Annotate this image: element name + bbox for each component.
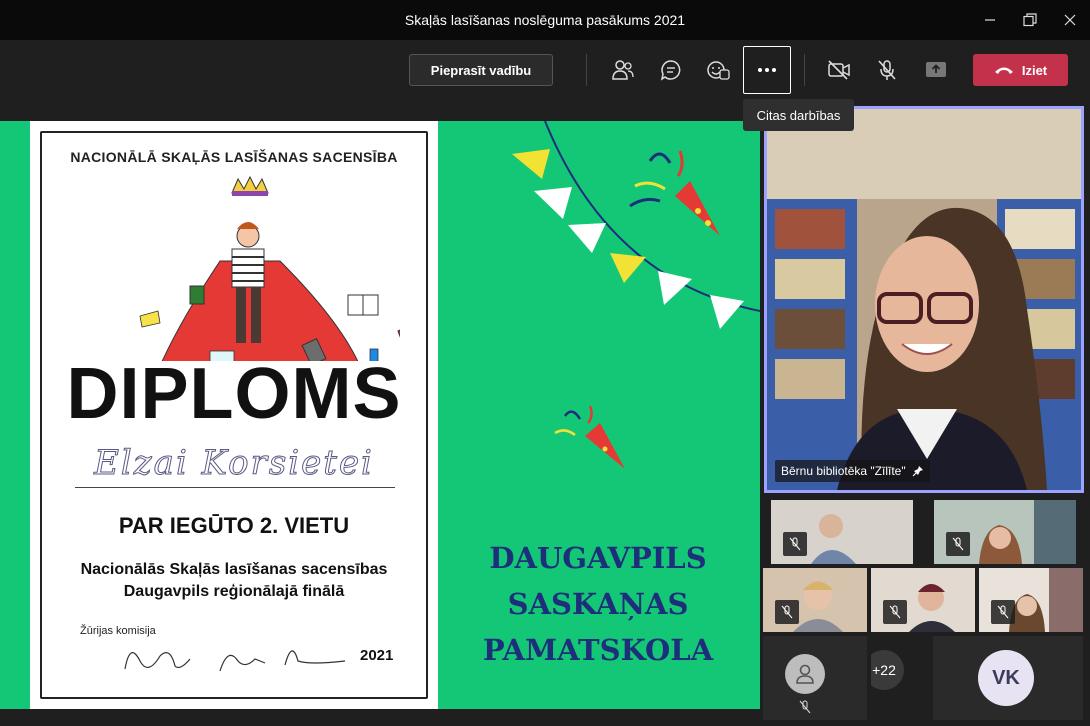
participants-icon xyxy=(612,60,634,80)
participant-tile-audio-only[interactable] xyxy=(763,636,867,720)
teams-meeting-window: Skaļās lasīšanas noslēguma pasākums 2021… xyxy=(0,0,1090,726)
meeting-toolbar: Pieprasīt vadību Iziet xyxy=(0,40,1090,100)
pinned-video-frame xyxy=(767,109,1081,490)
phone-hangup-icon xyxy=(994,67,1013,74)
party-popper-icon xyxy=(629,150,720,236)
share-icon xyxy=(926,62,946,77)
pinned-participant-name: Bērnu bibliotēka "Zīlīte" xyxy=(781,464,906,478)
shared-content-stage: NACIONĀLĀ SKAĻĀS LASĪŠANAS SACENSĪBA DIP… xyxy=(0,104,760,720)
diploma-title: DIPLOMS xyxy=(66,354,402,434)
shared-slide: NACIONĀLĀ SKAĻĀS LASĪŠANAS SACENSĪBA DIP… xyxy=(0,121,760,709)
more-icon xyxy=(758,68,776,72)
participant-tile[interactable] xyxy=(979,568,1083,632)
minimize-button[interactable] xyxy=(970,0,1010,40)
mic-off-icon xyxy=(789,537,801,551)
camera-off-icon xyxy=(828,60,850,80)
diploma-subtitle-2: Daugavpils reģionālajā finālā xyxy=(123,583,345,600)
pinned-participant-nameplate: Bērnu bibliotēka "Zīlīte" xyxy=(775,460,930,482)
more-actions-tooltip: Citas darbības xyxy=(743,99,854,131)
school-name-line-3: PAMATSKOLA xyxy=(482,633,714,667)
close-icon xyxy=(1064,14,1076,26)
muted-badge xyxy=(991,600,1015,624)
overflow-count: +22 xyxy=(871,650,904,690)
pinned-participant-video[interactable]: Bērnu bibliotēka "Zīlīte" xyxy=(764,106,1084,493)
restore-button[interactable] xyxy=(1010,0,1050,40)
mic-off-icon xyxy=(952,537,964,551)
diploma-image: NACIONĀLĀ SKAĻĀS LASĪŠANAS SACENSĪBA DIP… xyxy=(30,121,438,709)
diploma-recipient-name: Elzai Korsietei xyxy=(94,443,374,484)
window-title: Skaļās lasīšanas noslēguma pasākums 2021 xyxy=(404,12,686,28)
participant-tile[interactable] xyxy=(763,568,867,632)
close-window-button[interactable] xyxy=(1050,0,1090,40)
diploma-competition-heading: NACIONĀLĀ SKAĻĀS LASĪŠANAS SACENSĪBA xyxy=(70,149,398,165)
reactions-button[interactable] xyxy=(696,50,740,90)
mic-off-icon xyxy=(997,605,1009,619)
title-bar: Skaļās lasīšanas noslēguma pasākums 2021 xyxy=(0,0,1090,40)
muted-badge xyxy=(883,600,907,624)
leave-button[interactable]: Iziet xyxy=(973,54,1068,86)
mic-toggle-button[interactable] xyxy=(865,50,909,90)
chat-button[interactable] xyxy=(649,50,693,90)
participants-button[interactable] xyxy=(601,50,645,90)
request-control-button[interactable]: Pieprasīt vadību xyxy=(409,54,553,86)
avatar-initials: VK xyxy=(978,650,1034,706)
overflow-count-label: +22 xyxy=(872,662,896,678)
avatar xyxy=(785,654,825,694)
share-button[interactable] xyxy=(914,50,958,90)
minimize-icon xyxy=(985,19,995,21)
diploma-illustration xyxy=(139,175,400,361)
toolbar-divider xyxy=(804,54,805,86)
participant-tile-initials[interactable]: VK xyxy=(933,636,1083,720)
pin-icon xyxy=(912,466,923,477)
leave-label: Iziet xyxy=(1021,62,1048,78)
school-name: DAUGAVPILS SASKAŅAS PAMATSKOLA xyxy=(468,535,728,673)
school-name-line-1: DAUGAVPILS xyxy=(489,541,707,575)
muted-badge xyxy=(946,532,970,556)
small-party-popper-icon xyxy=(554,405,625,469)
muted-badge xyxy=(783,532,807,556)
participant-tile[interactable] xyxy=(934,500,1076,564)
reactions-icon xyxy=(707,61,730,80)
diploma-place: PAR IEGŪTO 2. VIETU xyxy=(118,513,350,538)
name-underline xyxy=(75,487,395,488)
diploma-subtitle-1: Nacionālās Skaļās lasīšanas sacensības xyxy=(80,561,388,578)
more-actions-button[interactable] xyxy=(743,46,791,94)
person-icon xyxy=(796,664,814,684)
restore-icon xyxy=(1023,13,1037,27)
initials-label: VK xyxy=(992,666,1020,689)
school-name-line-2: SASKAŅAS xyxy=(507,587,689,621)
participant-tile[interactable] xyxy=(871,568,975,632)
jury-signatures xyxy=(124,650,346,672)
camera-toggle-button[interactable] xyxy=(817,50,861,90)
toolbar-divider xyxy=(586,54,587,86)
diploma-year: 2021 xyxy=(360,647,394,664)
mic-off-icon xyxy=(889,605,901,619)
mic-off-icon xyxy=(878,60,896,80)
mic-off-icon xyxy=(781,605,793,619)
mic-off-icon xyxy=(799,700,811,714)
chat-icon xyxy=(660,60,681,81)
muted-badge xyxy=(775,600,799,624)
participant-tile[interactable] xyxy=(771,500,913,564)
crown-icon xyxy=(231,175,269,196)
